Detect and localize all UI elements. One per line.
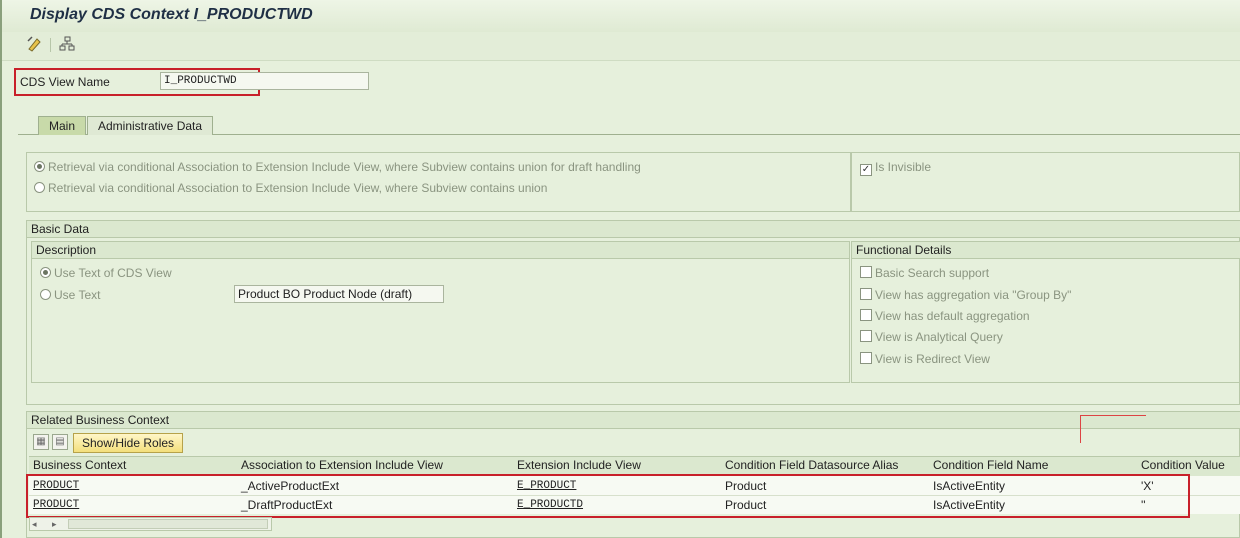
retrieval-option-1[interactable]: Retrieval via conditional Association to… bbox=[34, 160, 641, 174]
functional-details-heading: Functional Details bbox=[852, 242, 1240, 259]
default-aggregation-checkbox[interactable]: View has default aggregation bbox=[860, 309, 1030, 323]
tab-main[interactable]: Main bbox=[38, 116, 87, 135]
description-heading: Description bbox=[32, 242, 849, 259]
red-annotation-line-vertical bbox=[1080, 415, 1081, 443]
scroll-left-icon[interactable]: ◂ bbox=[32, 517, 37, 531]
basic-search-checkbox[interactable]: Basic Search support bbox=[860, 266, 989, 280]
radio-icon bbox=[34, 182, 45, 193]
show-hide-roles-button[interactable]: Show/Hide Roles bbox=[73, 433, 184, 453]
use-text-field[interactable]: Product BO Product Node (draft) bbox=[234, 285, 444, 303]
radio-selected-icon bbox=[34, 161, 45, 172]
column-header[interactable]: Business Context bbox=[33, 457, 126, 474]
column-header[interactable]: Condition Field Name bbox=[933, 457, 1048, 474]
is-invisible-checkbox[interactable]: ✓ Is Invisible bbox=[860, 160, 931, 176]
checkbox-icon bbox=[860, 352, 872, 364]
column-header[interactable]: Condition Value bbox=[1141, 457, 1225, 474]
tab-administrative-data[interactable]: Administrative Data bbox=[87, 116, 214, 135]
table-settings-icon[interactable]: ▦ bbox=[33, 434, 49, 450]
scrollbar-thumb[interactable] bbox=[68, 519, 268, 529]
radio-icon bbox=[40, 289, 51, 300]
cds-view-name-label: CDS View Name bbox=[20, 75, 110, 89]
radio-selected-icon bbox=[40, 267, 51, 278]
use-text-radio[interactable]: Use Text bbox=[40, 288, 100, 302]
checkbox-icon bbox=[860, 266, 872, 278]
use-cds-text-radio[interactable]: Use Text of CDS View bbox=[40, 266, 172, 280]
column-header[interactable]: Association to Extension Include View bbox=[241, 457, 443, 474]
related-business-context-heading: Related Business Context bbox=[27, 412, 1240, 429]
cds-view-name-field[interactable]: I_PRODUCTWD bbox=[160, 72, 369, 90]
column-header[interactable]: Condition Field Datasource Alias bbox=[725, 457, 898, 474]
column-header[interactable]: Extension Include View bbox=[517, 457, 641, 474]
description-panel bbox=[31, 241, 850, 383]
checkbox-checked-icon: ✓ bbox=[860, 164, 872, 176]
window-left-border bbox=[0, 0, 2, 538]
edit-icon[interactable] bbox=[26, 36, 44, 54]
group-by-checkbox[interactable]: View has aggregation via "Group By" bbox=[860, 288, 1071, 302]
analytical-query-checkbox[interactable]: View is Analytical Query bbox=[860, 330, 1003, 344]
toolbar bbox=[2, 32, 1240, 61]
checkbox-icon bbox=[860, 309, 872, 321]
basic-data-heading: Basic Data bbox=[27, 221, 1240, 238]
red-annotation-line bbox=[1080, 415, 1146, 416]
scroll-right-icon[interactable]: ▸ bbox=[52, 517, 57, 531]
redirect-view-checkbox[interactable]: View is Redirect View bbox=[860, 352, 990, 366]
checkbox-icon bbox=[860, 288, 872, 300]
page-title: Display CDS Context I_PRODUCTWD bbox=[30, 6, 313, 23]
hierarchy-icon[interactable] bbox=[58, 36, 76, 54]
retrieval-option-2[interactable]: Retrieval via conditional Association to… bbox=[34, 181, 547, 195]
toolbar-separator bbox=[50, 38, 51, 52]
checkbox-icon bbox=[860, 330, 872, 342]
table-layout-icon[interactable]: ▤ bbox=[52, 434, 68, 450]
table-rows-highlight bbox=[26, 474, 1190, 518]
